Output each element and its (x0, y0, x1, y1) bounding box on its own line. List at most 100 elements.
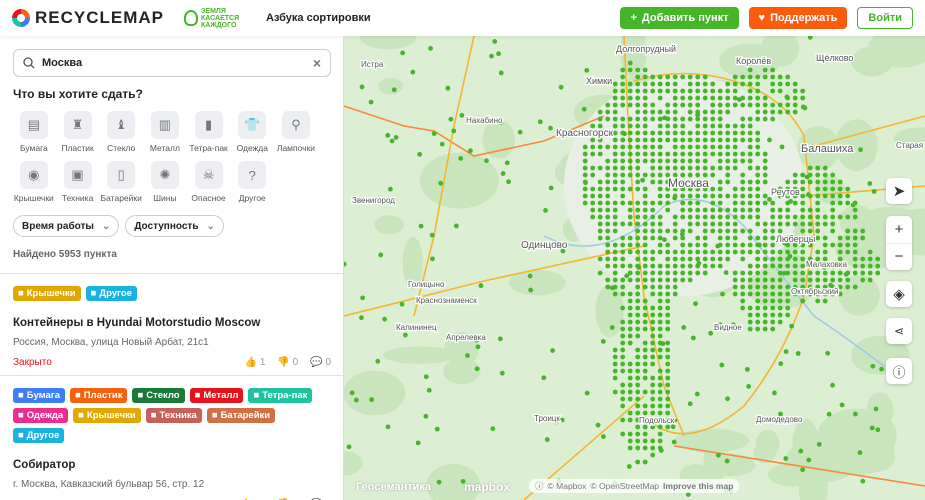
map-marker (762, 67, 768, 73)
mapbox-credit[interactable]: © Mapbox (548, 481, 587, 491)
login-button[interactable]: Войти (857, 7, 913, 29)
map-marker (755, 312, 761, 318)
comments-count[interactable]: 💬 0 (310, 357, 331, 368)
list-item[interactable]: ■ Бумага ■ Пластик ■ Стекло ■ Металл ■ Тетра-пак ■… (0, 375, 343, 500)
map-marker (635, 431, 641, 437)
layers-button[interactable]: ◈ (886, 281, 912, 307)
map-marker (583, 180, 588, 186)
support-button[interactable]: ♥ Поддержать (748, 7, 848, 29)
category-1[interactable]: ♜ Пластик (56, 111, 100, 153)
geolocate-button[interactable]: ➤ (886, 178, 912, 204)
map-marker (837, 277, 843, 283)
category-3[interactable]: ▥ Металл (143, 111, 187, 153)
tag-icon: ■ (18, 410, 24, 421)
category-12[interactable]: ? Другое (230, 161, 274, 203)
category-9[interactable]: ▯ Батарейки (99, 161, 143, 203)
map-marker (852, 263, 858, 269)
improve-map-link[interactable]: Improve this map (663, 481, 733, 491)
map-marker (762, 74, 768, 80)
map-marker (717, 102, 723, 108)
map-marker (642, 403, 648, 409)
map-marker (785, 221, 791, 227)
like-button[interactable]: 👍 1 (245, 357, 266, 368)
share-button[interactable]: ⋖ (886, 318, 912, 344)
help-button[interactable]: ⓘ (886, 358, 912, 384)
forest-area (344, 451, 363, 476)
map-marker (612, 81, 618, 87)
map-marker (715, 243, 721, 249)
access-filter[interactable]: Доступность ⌄ (125, 215, 224, 237)
category-2[interactable]: ♝ Стекло (99, 111, 143, 153)
map-marker (732, 284, 738, 290)
geosemantika-logo: Геосемантика (356, 481, 431, 493)
mapbox-logo[interactable]: mapbox (464, 480, 510, 494)
map-marker (650, 102, 656, 108)
map-marker (725, 207, 731, 213)
osm-credit[interactable]: © OpenStreetMap (590, 481, 659, 491)
map-marker (785, 81, 791, 87)
search-input[interactable]: Москва × (13, 49, 331, 77)
category-0[interactable]: ▤ Бумага (12, 111, 56, 153)
map-marker (770, 242, 776, 248)
map-marker (815, 165, 821, 171)
recyclemap-logo[interactable]: RECYCLEMAP (12, 8, 164, 28)
map-marker (612, 375, 618, 381)
map-label: Люберцы (776, 234, 815, 244)
map-marker (717, 179, 723, 185)
info-icon[interactable]: ⓘ (535, 480, 544, 492)
map-marker (695, 123, 701, 129)
dislike-button[interactable]: 👎 0 (277, 357, 298, 368)
category-tag: ■ Батарейки (206, 408, 276, 423)
map-marker (620, 249, 626, 255)
map-canvas[interactable]: Москва Красногорск Химки Долгопрудный Королё… (344, 36, 925, 500)
map-marker (650, 284, 656, 290)
point-title[interactable]: Собиратор (13, 459, 331, 471)
map-marker (732, 249, 738, 255)
category-10[interactable]: ✺ Шины (143, 161, 187, 203)
add-point-button[interactable]: + Добавить пункт (620, 7, 739, 29)
map-marker (635, 256, 641, 262)
map-marker (597, 270, 603, 276)
map-marker (635, 123, 641, 129)
category-11[interactable]: ☠ Опасное (187, 161, 231, 203)
zoom-in-button[interactable]: + (895, 216, 904, 243)
map-marker (635, 130, 641, 136)
category-6[interactable]: ⚲ Лампочки (274, 111, 318, 153)
category-8[interactable]: ▣ Техника (56, 161, 100, 203)
eco-logo[interactable]: ЗЕМЛЯ КАСАЕТСЯ КАЖДОГО (184, 8, 246, 29)
map-marker (635, 333, 641, 339)
map-marker (665, 102, 671, 108)
category-7[interactable]: ◉ Крышечки (12, 161, 56, 203)
logo-icon (12, 9, 30, 27)
map-marker (650, 88, 656, 94)
map-marker (695, 151, 701, 157)
map-marker (717, 137, 723, 143)
hours-filter[interactable]: Время работы ⌄ (13, 215, 120, 237)
clear-icon[interactable]: × (313, 55, 321, 71)
map-marker (770, 319, 776, 325)
category-tag: ■ Другое (85, 286, 137, 301)
map-marker (635, 375, 641, 381)
map-marker (785, 263, 791, 269)
category-5[interactable]: 👕 Одежда (230, 111, 274, 153)
map-marker (710, 102, 716, 108)
map[interactable]: Москва Красногорск Химки Долгопрудный Королё… (344, 36, 925, 500)
category-4[interactable]: ▮ Тетра-пак (187, 111, 231, 153)
map-marker (680, 165, 686, 171)
map-marker (612, 172, 618, 178)
map-marker (672, 256, 678, 262)
zoom-out-button[interactable]: − (886, 243, 912, 270)
map-marker (792, 179, 798, 185)
map-marker (822, 242, 828, 248)
sorting-abc-link[interactable]: Азбука сортировки (266, 12, 371, 24)
list-item[interactable]: ■ Крышечки ■ Другое Контейнеры в Hyundai Mo… (0, 273, 343, 380)
map-marker (499, 370, 505, 376)
map-marker (798, 448, 804, 454)
point-title[interactable]: Контейнеры в Hyundai Motorstudio Moscow (13, 317, 331, 329)
map-marker (559, 417, 565, 423)
map-marker (612, 88, 618, 94)
map-marker (410, 69, 416, 75)
map-marker (725, 165, 731, 171)
map-marker (785, 249, 791, 255)
map-marker (642, 123, 648, 129)
